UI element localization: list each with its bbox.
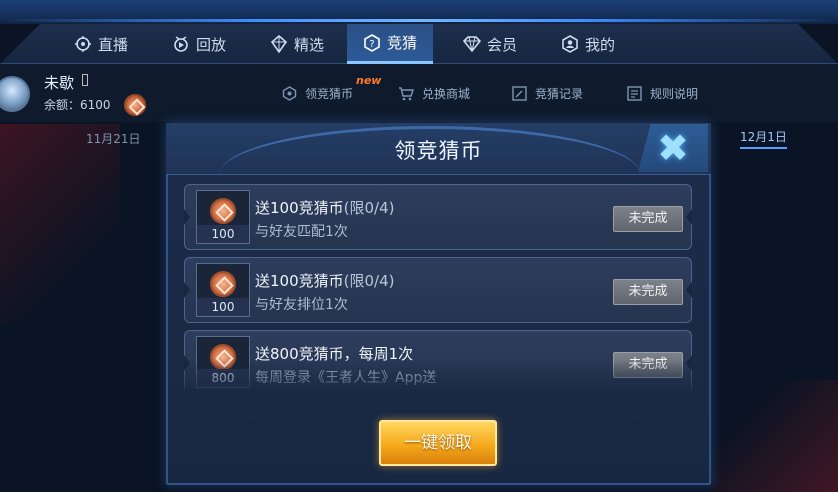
card-notch-right [686, 355, 692, 371]
profile-icon [562, 35, 578, 53]
tab-mine-label: 我的 [585, 35, 616, 54]
cart-icon [399, 87, 414, 101]
task-card: 100 送100竞猜币(限0/4) 与好友匹配1次 未完成 [184, 184, 692, 250]
reward-amount: 800 [197, 369, 249, 387]
menu-shop[interactable]: 兑换商城 [398, 85, 470, 102]
reward-amount: 100 [197, 225, 249, 243]
svg-text:?: ? [369, 39, 374, 50]
card-notch-right [686, 209, 692, 225]
task-title-text: 送100竞猜币 [255, 199, 344, 217]
claim-all-button[interactable]: 一键领取 [379, 420, 497, 466]
coin-icon [210, 271, 236, 297]
task-status-button[interactable]: 未完成 [613, 206, 683, 232]
menu-rules-label: 规则说明 [650, 87, 699, 101]
reward-box: 800 [196, 336, 250, 388]
tab-live-label: 直播 [98, 35, 129, 54]
date-tab-right[interactable]: 12月1日 [740, 128, 787, 149]
reward-box: 100 [196, 190, 250, 244]
menu-shop-label: 兑换商城 [422, 87, 471, 101]
tab-vip[interactable]: 会员 [463, 24, 517, 64]
task-title: 送100竞猜币(限0/4) [255, 197, 395, 218]
reward-box: 100 [196, 263, 250, 317]
diamond-icon [463, 36, 481, 53]
quiz-icon: ? [364, 33, 380, 52]
task-status-button[interactable]: 未完成 [613, 279, 683, 305]
reward-amount: 100 [197, 298, 249, 316]
live-icon [75, 36, 91, 52]
card-notch-left [184, 209, 190, 225]
tab-featured[interactable]: 精选 [270, 24, 324, 64]
task-limit: (限0/4) [343, 272, 395, 290]
task-title: 送800竞猜币，每周1次 [255, 343, 413, 364]
tab-vip-label: 会员 [487, 35, 518, 54]
tab-quiz[interactable]: ? 竞猜 [347, 24, 433, 64]
task-limit: (限0/4) [343, 199, 395, 217]
task-title-text: 送100竞猜币 [255, 272, 344, 290]
task-status-button[interactable]: 未完成 [613, 352, 683, 378]
featured-icon [270, 35, 288, 53]
task-description: 与好友排位1次 [255, 297, 348, 313]
top-banner [0, 0, 838, 24]
menu-records-label: 竞猜记录 [535, 87, 584, 101]
task-card: 100 送100竞猜币(限0/4) 与好友排位1次 未完成 [184, 257, 692, 323]
task-title-text: 送800竞猜币，每周1次 [255, 345, 414, 363]
card-notch-left [184, 282, 190, 298]
new-badge: new [356, 74, 382, 87]
background-decor-right [708, 380, 838, 492]
task-description: 与好友匹配1次 [255, 224, 348, 240]
tab-mine[interactable]: 我的 [561, 24, 615, 64]
balance-label: 余额：6100 [44, 98, 111, 112]
replay-icon [174, 36, 188, 52]
tab-live[interactable]: 直播 [74, 24, 128, 64]
menu-claim-coins-label: 领竞猜币 [305, 87, 354, 101]
tab-replay[interactable]: 回放 [172, 24, 226, 64]
tab-quiz-label: 竞猜 [386, 34, 417, 52]
task-title: 送100竞猜币(限0/4) [255, 270, 395, 291]
tab-replay-label: 回放 [196, 35, 227, 54]
menu-claim-coins[interactable]: 领竞猜币 [282, 85, 353, 102]
document-icon [627, 86, 642, 101]
hexagon-icon [282, 86, 297, 101]
task-card: 800 送800竞猜币，每周1次 每周登录《王者人生》App送 未完成 [184, 330, 692, 390]
date-tab-left[interactable]: 11月21日 [86, 130, 141, 147]
username: 未歇 [44, 74, 75, 92]
task-description: 每周登录《王者人生》App送 [255, 370, 437, 386]
edit-icon [512, 86, 527, 101]
coin-icon [124, 94, 146, 116]
tab-featured-label: 精选 [294, 35, 325, 54]
menu-rules[interactable]: 规则说明 [627, 85, 698, 102]
coin-icon [210, 344, 236, 370]
menu-records[interactable]: 竞猜记录 [512, 85, 583, 102]
card-notch-right [686, 282, 692, 298]
background-decor-left [0, 124, 120, 324]
card-notch-left [184, 355, 190, 371]
modal-title: 领竞猜币 [394, 139, 483, 163]
close-icon: ✖ [657, 126, 689, 170]
rank-badge [82, 74, 88, 86]
coin-icon [210, 198, 236, 224]
